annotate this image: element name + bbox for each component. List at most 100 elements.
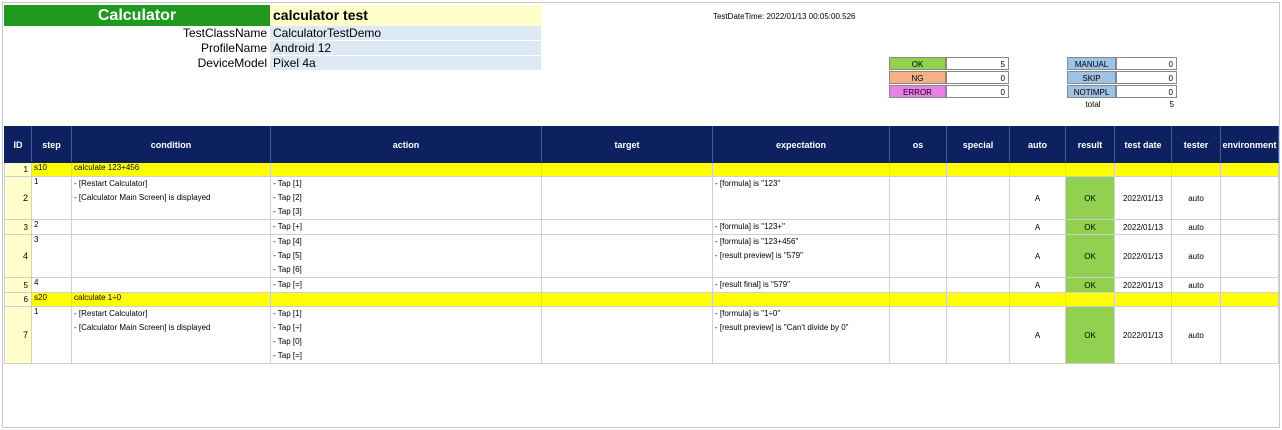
action-cell[interactable]: - Tap [+] (270, 219, 542, 235)
os-cell[interactable] (889, 219, 947, 235)
step-cell[interactable]: 1 (31, 176, 72, 220)
result-cell[interactable]: OK (1065, 306, 1115, 364)
info-label-devicemodel: DeviceModel (197, 56, 267, 70)
condition-cell[interactable]: calculate 123+456 (71, 162, 271, 177)
condition-cell[interactable]: - [Restart Calculator] - [Calculator Main… (71, 306, 271, 364)
empty-cell[interactable] (889, 162, 947, 177)
special-cell[interactable] (946, 234, 1010, 278)
test-date-cell[interactable]: 2022/01/13 (1114, 306, 1172, 364)
table-row: 6 s20 calculate 1÷0 (4, 292, 1279, 307)
auto-cell[interactable]: A (1009, 277, 1066, 293)
row-id-cell[interactable]: 3 (4, 219, 32, 235)
row-id-cell[interactable]: 1 (4, 162, 32, 177)
auto-cell[interactable]: A (1009, 176, 1066, 220)
test-date-cell[interactable]: 2022/01/13 (1114, 277, 1172, 293)
special-cell[interactable] (946, 306, 1010, 364)
environment-cell[interactable] (1220, 176, 1279, 220)
empty-cell[interactable] (1220, 162, 1279, 177)
empty-cell[interactable] (1009, 162, 1066, 177)
empty-cell[interactable] (541, 292, 713, 307)
target-cell[interactable] (541, 277, 713, 293)
target-cell[interactable] (541, 306, 713, 364)
empty-cell[interactable] (1065, 292, 1115, 307)
row-id-cell[interactable]: 7 (4, 306, 32, 364)
target-cell[interactable] (541, 176, 713, 220)
special-cell[interactable] (946, 176, 1010, 220)
environment-cell[interactable] (1220, 234, 1279, 278)
auto-cell[interactable]: A (1009, 234, 1066, 278)
row-id-cell[interactable]: 4 (4, 234, 32, 278)
condition-cell[interactable] (71, 234, 271, 278)
auto-cell[interactable]: A (1009, 219, 1066, 235)
empty-cell[interactable] (1009, 292, 1066, 307)
row-id-cell[interactable]: 2 (4, 176, 32, 220)
empty-cell[interactable] (946, 292, 1010, 307)
step-cell[interactable]: s20 (31, 292, 72, 307)
tester-cell[interactable]: auto (1171, 219, 1221, 235)
empty-cell[interactable] (1065, 162, 1115, 177)
special-cell[interactable] (946, 219, 1010, 235)
expectation-cell[interactable]: - [formula] is "123" (712, 176, 890, 220)
empty-cell[interactable] (541, 162, 713, 177)
empty-cell[interactable] (889, 292, 947, 307)
tester-cell[interactable]: auto (1171, 306, 1221, 364)
test-date-cell[interactable]: 2022/01/13 (1114, 234, 1172, 278)
empty-cell[interactable] (270, 162, 542, 177)
expectation-line: - [formula] is "123+456" (715, 237, 799, 246)
expectation-cell[interactable]: - [formula] is "1÷0" - [result preview] i… (712, 306, 890, 364)
empty-cell[interactable] (712, 292, 890, 307)
os-cell[interactable] (889, 176, 947, 220)
empty-cell[interactable] (1114, 162, 1172, 177)
result-cell[interactable]: OK (1065, 176, 1115, 220)
action-cell[interactable]: - Tap [=] (270, 277, 542, 293)
table-row: 1 s10 calculate 123+456 (4, 162, 1279, 177)
expectation-line: - [result preview] is "579" (715, 251, 803, 260)
step-cell[interactable]: 2 (31, 219, 72, 235)
empty-cell[interactable] (712, 162, 890, 177)
result-cell[interactable]: OK (1065, 277, 1115, 293)
expectation-cell[interactable]: - [result final] is "579" (712, 277, 890, 293)
empty-cell[interactable] (270, 292, 542, 307)
empty-cell[interactable] (1171, 162, 1221, 177)
summary-skip-value: 0 (1116, 71, 1177, 84)
empty-cell[interactable] (1114, 292, 1172, 307)
os-cell[interactable] (889, 277, 947, 293)
action-cell[interactable]: - Tap [1] - Tap [÷] - Tap [0] - Tap [=] (270, 306, 542, 364)
row-id: 4 (22, 251, 28, 261)
test-date-cell[interactable]: 2022/01/13 (1114, 176, 1172, 220)
tester-cell[interactable]: auto (1171, 234, 1221, 278)
empty-cell[interactable] (946, 162, 1010, 177)
tester-cell[interactable]: auto (1171, 277, 1221, 293)
action-cell[interactable]: - Tap [4] - Tap [5] - Tap [6] (270, 234, 542, 278)
auto-cell[interactable]: A (1009, 306, 1066, 364)
step-cell[interactable]: 4 (31, 277, 72, 293)
special-cell[interactable] (946, 277, 1010, 293)
condition-cell[interactable]: calculate 1÷0 (71, 292, 271, 307)
test-date-cell[interactable]: 2022/01/13 (1114, 219, 1172, 235)
info-label-testclassname: TestClassName (182, 26, 267, 40)
target-cell[interactable] (541, 219, 713, 235)
os-cell[interactable] (889, 306, 947, 364)
result-cell[interactable]: OK (1065, 219, 1115, 235)
result-cell[interactable]: OK (1065, 234, 1115, 278)
target-cell[interactable] (541, 234, 713, 278)
expectation-cell[interactable]: - [formula] is "123+456" - [result previe… (712, 234, 890, 278)
row-id-cell[interactable]: 6 (4, 292, 32, 307)
expectation-cell[interactable]: - [formula] is "123+" (712, 219, 890, 235)
environment-cell[interactable] (1220, 277, 1279, 293)
condition-cell[interactable]: - [Restart Calculator] - [Calculator Main… (71, 176, 271, 220)
tester-cell[interactable]: auto (1171, 176, 1221, 220)
condition-cell[interactable] (71, 277, 271, 293)
step-cell[interactable]: s10 (31, 162, 72, 177)
action-cell[interactable]: - Tap [1] - Tap [2] - Tap [3] (270, 176, 542, 220)
condition-cell[interactable] (71, 219, 271, 235)
environment-cell[interactable] (1220, 219, 1279, 235)
step-cell[interactable]: 1 (31, 306, 72, 364)
os-cell[interactable] (889, 234, 947, 278)
expectation-line: - [formula] is "123+" (715, 222, 785, 231)
empty-cell[interactable] (1171, 292, 1221, 307)
environment-cell[interactable] (1220, 306, 1279, 364)
row-id-cell[interactable]: 5 (4, 277, 32, 293)
empty-cell[interactable] (1220, 292, 1279, 307)
step-cell[interactable]: 3 (31, 234, 72, 278)
